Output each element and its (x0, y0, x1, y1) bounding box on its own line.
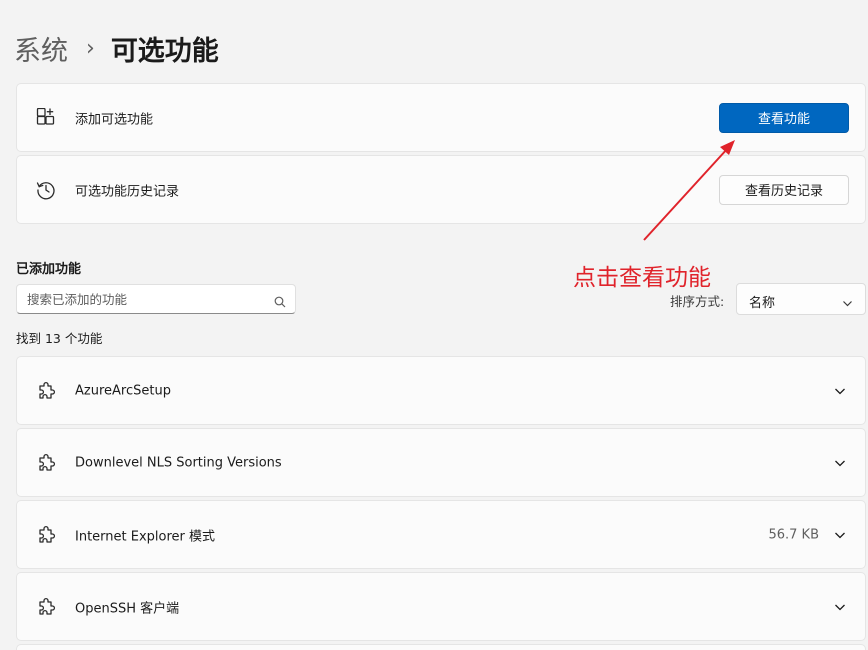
sort-label: 排序方式: (670, 294, 725, 309)
search-box (16, 284, 296, 314)
feature-name: Downlevel NLS Sorting Versions (75, 455, 282, 470)
sort-dropdown[interactable]: 名称 (736, 283, 866, 315)
search-icon[interactable] (274, 293, 286, 312)
feature-name: Internet Explorer 模式 (75, 529, 216, 544)
chevron-down-icon (842, 294, 853, 313)
feature-name: OpenSSH 客户端 (75, 601, 180, 616)
feature-name: AzureArcSetup (75, 383, 171, 398)
feature-row-partial (16, 644, 866, 650)
breadcrumb-parent-system[interactable]: 系统 (14, 29, 68, 68)
view-features-button[interactable]: 查看功能 (719, 102, 849, 133)
installed-features-title: 已添加功能 (16, 262, 82, 277)
chevron-down-icon[interactable] (833, 384, 847, 398)
feature-row-internet-explorer[interactable]: Internet Explorer 模式 56.7 KB (16, 500, 866, 569)
add-feature-card: 添加可选功能 查看功能 (16, 83, 866, 152)
history-icon (35, 179, 57, 201)
page-title: 可选功能 (110, 35, 219, 67)
add-apps-icon (35, 107, 57, 129)
feature-count: 找到 13 个功能 (16, 331, 103, 346)
feature-row-azurearcsetup[interactable]: AzureArcSetup (16, 356, 866, 425)
sort-selected-value: 名称 (749, 296, 776, 311)
puzzle-icon (35, 380, 57, 402)
settings-page: 系统 › 可选功能 添加可选功能 查看功能 可选功能历史记录 查看历史记录 已添… (0, 0, 868, 650)
puzzle-icon (35, 596, 57, 618)
breadcrumb: 系统 › 可选功能 (14, 28, 219, 68)
view-history-button[interactable]: 查看历史记录 (719, 174, 849, 205)
feature-row-downlevel-nls[interactable]: Downlevel NLS Sorting Versions (16, 428, 866, 497)
add-feature-label: 添加可选功能 (75, 112, 154, 127)
feature-history-card: 可选功能历史记录 查看历史记录 (16, 155, 866, 224)
chevron-down-icon[interactable] (833, 528, 847, 542)
puzzle-icon (35, 452, 57, 474)
chevron-down-icon[interactable] (833, 456, 847, 470)
feature-row-openssh-client[interactable]: OpenSSH 客户端 (16, 572, 866, 641)
puzzle-icon (35, 524, 57, 546)
annotation-text: 点击查看功能 (573, 265, 711, 291)
breadcrumb-separator: › (86, 35, 95, 61)
feature-size: 56.7 KB (768, 527, 819, 542)
chevron-down-icon[interactable] (833, 600, 847, 614)
feature-history-label: 可选功能历史记录 (75, 184, 180, 199)
search-input[interactable] (17, 285, 267, 313)
